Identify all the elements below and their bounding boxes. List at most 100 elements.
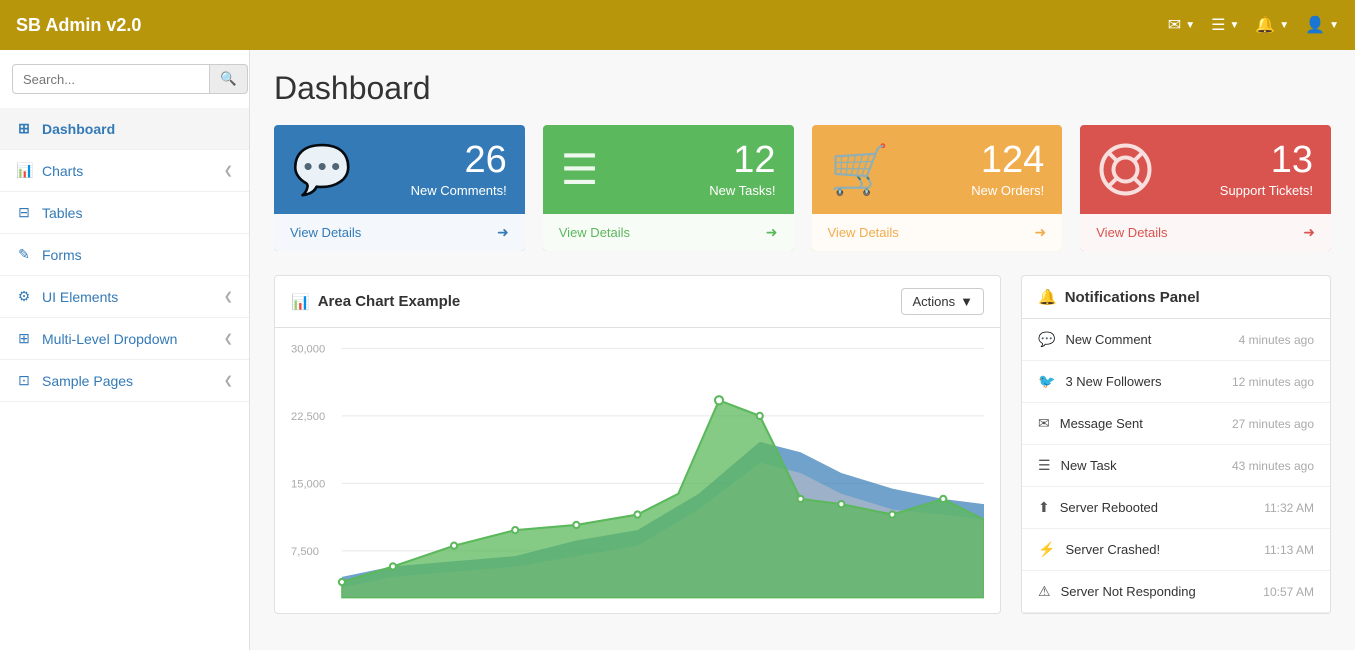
- search-icon: 🔍: [220, 71, 237, 86]
- notif-message-time: 27 minutes ago: [1232, 417, 1314, 431]
- svg-text:15,000: 15,000: [291, 478, 325, 490]
- notif-reboot-time: 11:32 AM: [1264, 501, 1314, 515]
- multi-level-chevron-icon: ❮: [224, 332, 233, 345]
- tickets-count: 13: [1220, 141, 1313, 179]
- tasks-button[interactable]: ☰ ▼: [1211, 15, 1239, 35]
- sidebar-label-sample-pages: Sample Pages: [42, 373, 133, 389]
- chart-panel-header: 📊 Area Chart Example Actions ▼: [275, 276, 1000, 328]
- notifications-panel: 🔔 Notifications Panel 💬 New Comment 4 mi…: [1021, 275, 1331, 614]
- actions-label: Actions: [912, 294, 955, 309]
- main-content: Dashboard 💬 26 New Comments! View Detail…: [250, 50, 1355, 650]
- orders-view-details-link[interactable]: View Details: [828, 225, 899, 240]
- svg-text:30,000: 30,000: [291, 343, 325, 355]
- area-chart-svg: 30,000 22,500 15,000 7,500: [291, 338, 984, 608]
- notif-item-new-task[interactable]: ☰ New Task 43 minutes ago: [1022, 445, 1330, 487]
- svg-text:22,500: 22,500: [291, 411, 325, 423]
- sidebar-label-forms: Forms: [42, 247, 82, 263]
- notif-comment-text: New Comment: [1065, 332, 1151, 347]
- notif-message-icon: ✉: [1038, 415, 1050, 432]
- charts-icon: 📊: [16, 162, 32, 179]
- notif-item-message-sent[interactable]: ✉ Message Sent 27 minutes ago: [1022, 403, 1330, 445]
- notifications-title: Notifications Panel: [1065, 289, 1200, 306]
- sidebar-item-charts[interactable]: 📊 Charts ❮: [0, 150, 249, 192]
- comments-label: New Comments!: [411, 183, 507, 198]
- tables-icon: ⊟: [16, 204, 32, 221]
- comments-card-icon: 💬: [292, 141, 352, 198]
- user-button[interactable]: 👤 ▼: [1305, 15, 1339, 35]
- notif-item-server-rebooted[interactable]: ⬆ Server Rebooted 11:32 AM: [1022, 487, 1330, 529]
- orders-count: 124: [971, 141, 1044, 179]
- notif-warning-time: 10:57 AM: [1263, 585, 1314, 599]
- messages-button[interactable]: ✉ ▼: [1168, 15, 1195, 35]
- sidebar-item-forms[interactable]: ✎ Forms: [0, 234, 249, 276]
- stat-cards-row: 💬 26 New Comments! View Details ➜ ☰ 12: [274, 125, 1331, 251]
- svg-text:7,500: 7,500: [291, 546, 319, 558]
- sidebar-search-container: 🔍: [0, 50, 249, 108]
- page-title: Dashboard: [274, 70, 1331, 107]
- user-caret: ▼: [1329, 20, 1339, 31]
- notif-reboot-text: Server Rebooted: [1060, 500, 1158, 515]
- app-brand: SB Admin v2.0: [16, 15, 141, 36]
- stat-card-tasks: ☰ 12 New Tasks! View Details ➜: [543, 125, 794, 251]
- topnav-icon-group: ✉ ▼ ☰ ▼ 🔔 ▼ 👤 ▼: [1168, 15, 1339, 35]
- bell-caret: ▼: [1279, 20, 1289, 31]
- multi-level-icon: ⊞: [16, 330, 32, 347]
- charts-chevron-icon: ❮: [224, 164, 233, 177]
- tasks-view-details-link[interactable]: View Details: [559, 225, 630, 240]
- tasks-label: New Tasks!: [709, 183, 775, 198]
- notifications-bell-icon: 🔔: [1038, 288, 1057, 306]
- list-caret: ▼: [1229, 20, 1239, 31]
- notif-followers-icon: 🐦: [1038, 373, 1055, 390]
- comments-arrow-icon: ➜: [497, 224, 509, 241]
- list-icon: ☰: [1211, 15, 1225, 35]
- actions-button[interactable]: Actions ▼: [901, 288, 984, 315]
- chart-title-icon: 📊: [291, 293, 310, 311]
- tasks-arrow-icon: ➜: [766, 224, 778, 241]
- notif-crash-text: Server Crashed!: [1065, 542, 1160, 557]
- chart-body: 30,000 22,500 15,000 7,500: [275, 328, 1000, 608]
- stat-card-comments: 💬 26 New Comments! View Details ➜: [274, 125, 525, 251]
- actions-caret-icon: ▼: [960, 294, 973, 309]
- bell-icon: 🔔: [1255, 15, 1275, 35]
- sidebar-label-ui-elements: UI Elements: [42, 289, 118, 305]
- orders-arrow-icon: ➜: [1035, 224, 1047, 241]
- sidebar-item-ui-elements[interactable]: ⚙ UI Elements ❮: [0, 276, 249, 318]
- notif-warning-text: Server Not Responding: [1061, 584, 1196, 599]
- stat-card-tickets: 13 Support Tickets! View Details ➜: [1080, 125, 1331, 251]
- user-icon: 👤: [1305, 15, 1325, 35]
- notif-item-server-not-responding[interactable]: ⚠ Server Not Responding 10:57 AM: [1022, 571, 1330, 613]
- sidebar-item-dashboard[interactable]: ⊞ Dashboard: [0, 108, 249, 150]
- notif-crash-icon: ⚡: [1038, 541, 1055, 558]
- sidebar-label-tables: Tables: [42, 205, 82, 221]
- tickets-card-icon: [1098, 142, 1153, 197]
- notif-task-text: New Task: [1061, 458, 1117, 473]
- chart-panel: 📊 Area Chart Example Actions ▼: [274, 275, 1001, 614]
- orders-card-icon: 🛒: [830, 141, 890, 198]
- envelope-icon: ✉: [1168, 15, 1181, 35]
- stat-card-orders: 🛒 124 New Orders! View Details ➜: [812, 125, 1063, 251]
- sidebar-item-tables[interactable]: ⊟ Tables: [0, 192, 249, 234]
- comments-view-details-link[interactable]: View Details: [290, 225, 361, 240]
- notif-followers-time: 12 minutes ago: [1232, 375, 1314, 389]
- notif-reboot-icon: ⬆: [1038, 499, 1050, 516]
- notif-message-text: Message Sent: [1060, 416, 1143, 431]
- sidebar: 🔍 ⊞ Dashboard 📊 Charts ❮ ⊟ Tables ✎: [0, 50, 250, 650]
- bottom-section: 📊 Area Chart Example Actions ▼: [274, 275, 1331, 614]
- ui-elements-icon: ⚙: [16, 288, 32, 305]
- sidebar-label-dashboard: Dashboard: [42, 121, 115, 137]
- main-layout: 🔍 ⊞ Dashboard 📊 Charts ❮ ⊟ Tables ✎: [0, 50, 1355, 650]
- notif-item-new-followers[interactable]: 🐦 3 New Followers 12 minutes ago: [1022, 361, 1330, 403]
- search-button[interactable]: 🔍: [210, 64, 248, 94]
- search-input[interactable]: [12, 64, 210, 94]
- top-navbar: SB Admin v2.0 ✉ ▼ ☰ ▼ 🔔 ▼ 👤 ▼: [0, 0, 1355, 50]
- sidebar-item-multi-level[interactable]: ⊞ Multi-Level Dropdown ❮: [0, 318, 249, 360]
- sidebar-item-sample-pages[interactable]: ⊡ Sample Pages ❮: [0, 360, 249, 402]
- notif-item-new-comment[interactable]: 💬 New Comment 4 minutes ago: [1022, 319, 1330, 361]
- notif-followers-text: 3 New Followers: [1065, 374, 1161, 389]
- alerts-button[interactable]: 🔔 ▼: [1255, 15, 1289, 35]
- notif-item-server-crashed[interactable]: ⚡ Server Crashed! 11:13 AM: [1022, 529, 1330, 571]
- tickets-view-details-link[interactable]: View Details: [1096, 225, 1167, 240]
- forms-icon: ✎: [16, 246, 32, 263]
- ui-elements-chevron-icon: ❮: [224, 290, 233, 303]
- dashboard-icon: ⊞: [16, 120, 32, 137]
